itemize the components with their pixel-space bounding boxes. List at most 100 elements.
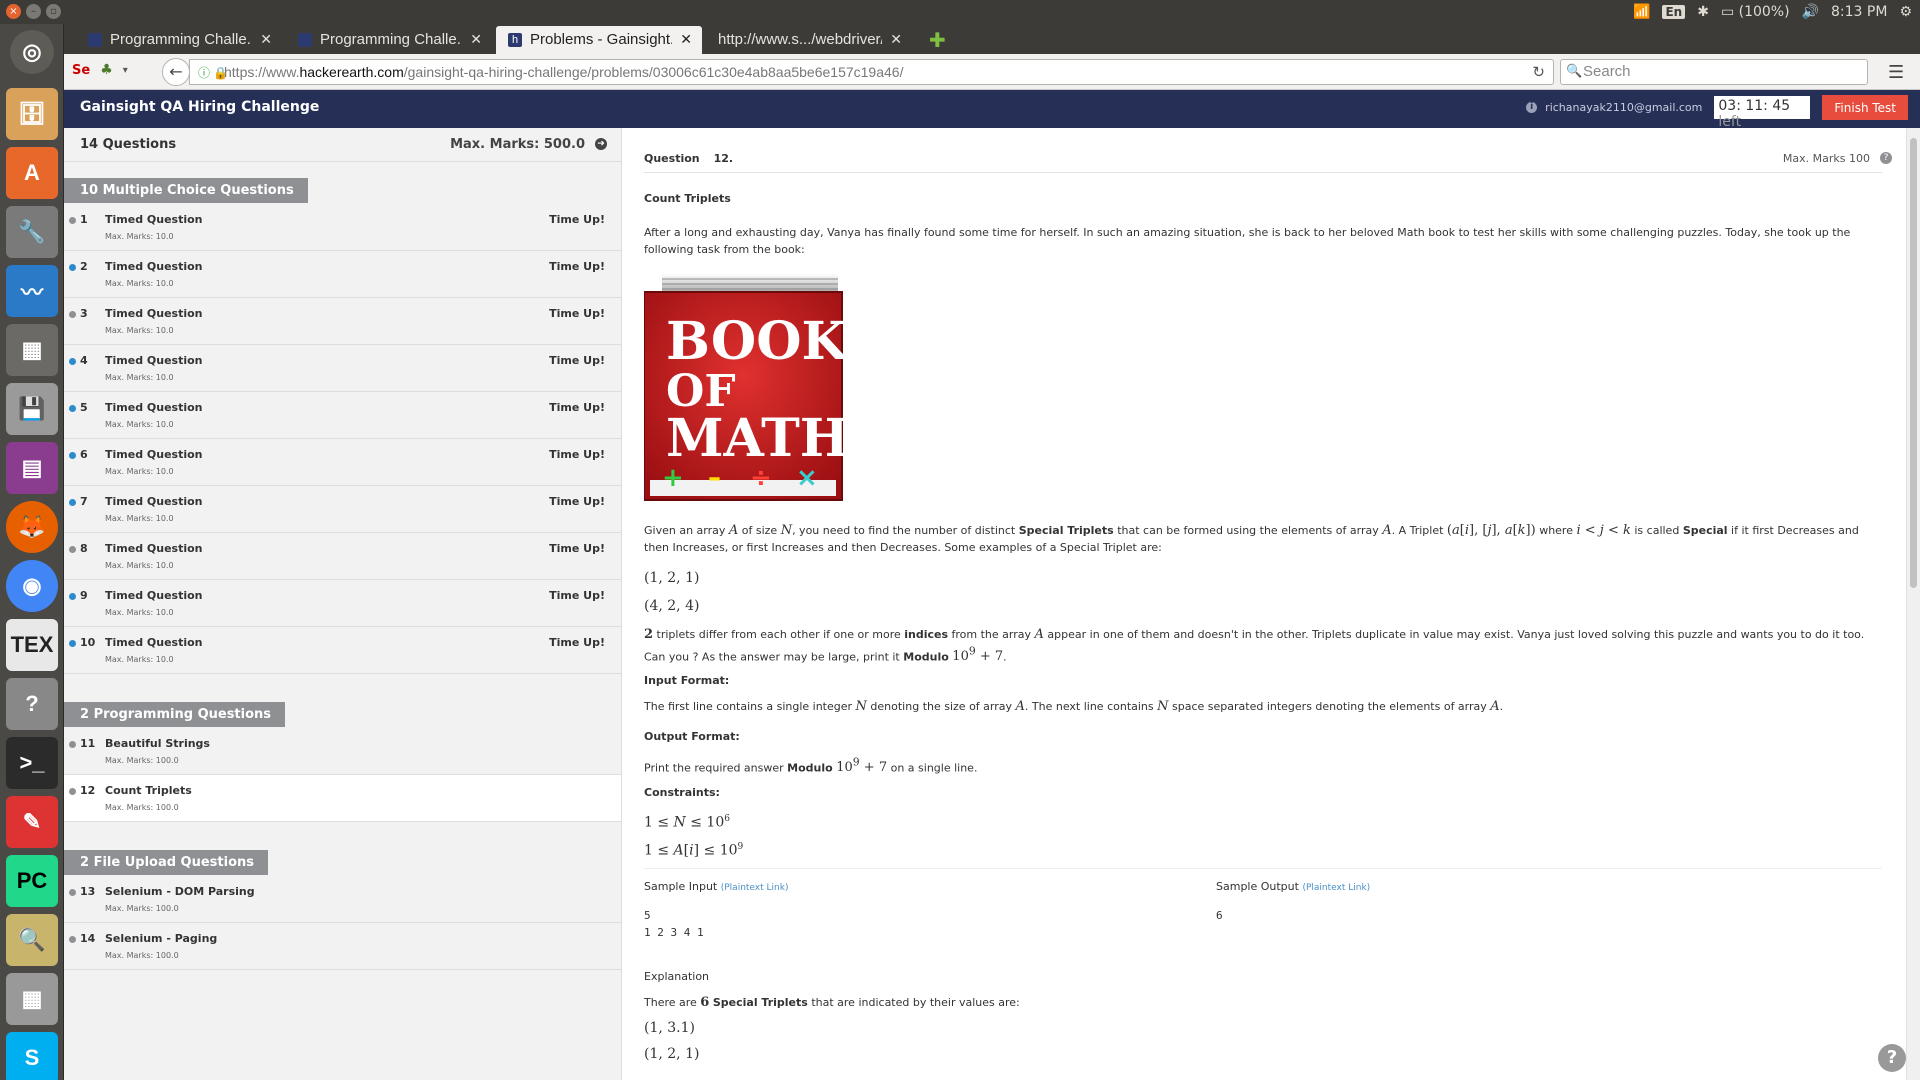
question-item[interactable]: 3 Timed Question Max. Marks: 10.0 Time U… [64,298,621,345]
question-item[interactable]: 10 Timed Question Max. Marks: 10.0 Time … [64,627,621,674]
hamburger-menu-icon[interactable]: ☰ [1888,62,1904,83]
explanation-tail: that are indicated by their values are: [811,996,1020,1009]
extension-leaf-icon[interactable]: ♣ [100,62,113,78]
tab-close-icon[interactable]: ✕ [470,31,482,48]
help-icon[interactable]: ? [6,678,58,730]
calculator-icon[interactable]: ▦ [6,973,58,1025]
status-dot-icon [69,499,76,506]
question-item-marks: Max. Marks: 10.0 [105,373,174,382]
question-item-title: Selenium - Paging [105,932,218,945]
tab-close-icon[interactable]: ✕ [260,31,272,48]
question-item-number: 12 [80,784,96,797]
ubuntu-dash-icon[interactable]: ◎ [10,30,54,74]
software-center-icon[interactable]: A [6,147,58,199]
tab-close-icon[interactable]: ✕ [680,31,692,48]
scrollbar-thumb[interactable] [1910,138,1917,588]
question-item[interactable]: 5 Timed Question Max. Marks: 10.0 Time U… [64,392,621,439]
question-item-number: 14 [80,932,96,945]
texmaker-icon[interactable]: TEX [6,619,58,671]
sample-input-plaintext-link[interactable]: (Plaintext Link) [721,883,789,893]
url-bar[interactable]: ⓘ 🔒 https://www.hackerearth.com/gainsigh… [189,59,1554,85]
clock[interactable]: 8:13 PM [1831,4,1887,20]
nav-extensions: Se ♣ ▾ [72,62,128,78]
new-tab-plus-icon[interactable]: ✚ [929,28,946,52]
wifi-icon[interactable]: 📶 [1633,4,1650,20]
question-item[interactable]: 13 Selenium - DOM Parsing Max. Marks: 10… [64,876,621,923]
selenium-ide-icon[interactable]: Se [72,63,90,78]
url-path: /gainsight-qa-hiring-challenge/problems/… [403,64,904,80]
terminal-icon[interactable]: >_ [6,737,58,789]
pycharm-icon[interactable]: PC [6,855,58,907]
skype-icon[interactable]: S [6,1032,58,1080]
question-item[interactable]: 11 Beautiful Strings Max. Marks: 100.0 [64,728,621,775]
question-item[interactable]: 9 Timed Question Max. Marks: 10.0 Time U… [64,580,621,627]
question-item[interactable]: 4 Timed Question Max. Marks: 10.0 Time U… [64,345,621,392]
disk-icon[interactable]: 💾 [6,383,58,435]
firefox-icon[interactable]: 🦊 [6,501,58,553]
total-max-marks: Max. Marks: 500.0 [450,137,585,152]
question-sections: 10 Multiple Choice Questions 1 Timed Que… [64,162,621,970]
question-number: 12. [713,152,734,165]
tab-programming-challenge-1[interactable]: Programming Challe... ✕ [76,26,282,54]
window-maximize-icon[interactable]: ▫ [46,4,61,19]
status-dot-icon [69,452,76,459]
reload-icon[interactable]: ↻ [1532,63,1545,81]
battery-indicator[interactable]: ▭ (100%) [1721,4,1790,20]
tab-webdriver[interactable]: http://www.s.../webdriver/ ✕ [706,26,912,54]
question-item[interactable]: 1 Timed Question Max. Marks: 10.0 Time U… [64,204,621,251]
battery-icon: ▭ [1720,4,1735,20]
settings-gear-icon[interactable]: ⚙ [1899,4,1912,20]
question-item[interactable]: 7 Timed Question Max. Marks: 10.0 Time U… [64,486,621,533]
pdf-reader-icon[interactable]: ✎ [6,796,58,848]
workspace-switcher-icon[interactable]: ▦ [6,324,58,376]
help-icon[interactable]: ? [1880,152,1892,164]
floating-help-icon[interactable]: ? [1878,1044,1906,1072]
volume-icon[interactable]: 🔊 [1802,4,1819,20]
minus-icon: – [708,463,721,493]
question-count: 14 Questions [80,137,177,152]
image-viewer-icon[interactable]: 🔍 [6,914,58,966]
window-close-icon[interactable]: × [6,4,21,19]
app-purple-icon[interactable]: ▤ [6,442,58,494]
chrome-icon[interactable]: ◉ [6,560,58,612]
info-icon[interactable]: i [1526,102,1538,113]
status-dot-icon [69,741,76,748]
firefox-window: Programming Challe... ✕ Programming Chal… [64,24,1920,1080]
question-item-marks: Max. Marks: 10.0 [105,608,174,617]
sample-output-plaintext-link[interactable]: (Plaintext Link) [1302,883,1370,893]
system-settings-icon[interactable]: 🔧 [6,206,58,258]
question-item[interactable]: 6 Timed Question Max. Marks: 10.0 Time U… [64,439,621,486]
plus-icon: + [662,463,684,493]
tab-close-icon[interactable]: ✕ [890,31,902,48]
question-item-status: Time Up! [549,401,605,414]
question-item[interactable]: 2 Timed Question Max. Marks: 10.0 Time U… [64,251,621,298]
question-item[interactable]: 12 Count Triplets Max. Marks: 100.0 [64,775,621,822]
extension-dropdown-icon[interactable]: ▾ [123,65,128,76]
lock-icon[interactable]: ⓘ 🔒 [198,64,228,81]
page-scrollbar[interactable] [1906,128,1920,1080]
sample-output-line: 6 [1216,909,1223,922]
tab-problems-gainsight[interactable]: h Problems - Gainsight... ✕ [496,26,702,54]
search-bar[interactable]: 🔍 Search [1560,59,1868,85]
question-item[interactable]: 14 Selenium - Paging Max. Marks: 100.0 [64,923,621,970]
divider [644,868,1882,869]
section-header: 2 Programming Questions [64,702,286,727]
header-right: i richanayak2110@gmail.com 03: 11: 45 le… [1526,95,1908,130]
collapse-arrow-icon[interactable]: ➜ [595,138,607,150]
system-monitor-icon[interactable]: 〰 [6,265,58,317]
tab-title: Programming Challe... [110,31,253,48]
back-arrow-icon[interactable]: ← [162,58,190,86]
tab-favicon-icon [88,33,102,47]
keyboard-layout-indicator[interactable]: En [1662,5,1686,19]
problem-statement: Given an array A of size N, you need to … [644,523,1859,554]
section-header: 2 File Upload Questions [64,850,269,875]
question-item-number: 4 [80,354,88,367]
question-item[interactable]: 8 Timed Question Max. Marks: 10.0 Time U… [64,533,621,580]
tab-programming-challenge-2[interactable]: Programming Challe... ✕ [286,26,492,54]
question-item-marks: Max. Marks: 10.0 [105,326,174,335]
files-icon[interactable]: 🗄 [6,88,58,140]
challenge-title: Gainsight QA Hiring Challenge [80,99,320,115]
bluetooth-icon[interactable]: ✱ [1697,4,1709,20]
window-minimize-icon[interactable]: – [26,4,41,19]
finish-test-button[interactable]: Finish Test [1822,95,1908,120]
